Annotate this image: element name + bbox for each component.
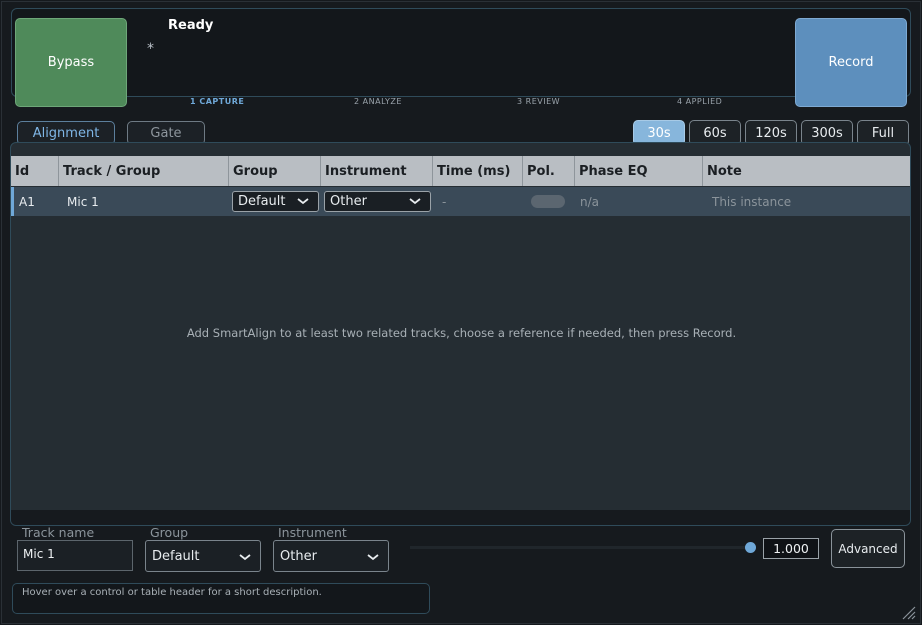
group-label: Group	[150, 525, 189, 540]
chevron-down-icon	[367, 554, 379, 561]
step-analyze: 2 ANALYZE	[354, 97, 402, 106]
table-header: Id Track / Group Group Instrument Time (…	[11, 156, 910, 186]
step-review: 3 REVIEW	[517, 97, 561, 106]
instrument-select-value: Other	[280, 548, 317, 564]
row-group-select[interactable]: Default	[232, 191, 319, 212]
cell-time: -	[442, 194, 447, 209]
header-instrument[interactable]: Instrument	[321, 156, 433, 186]
table-row[interactable]: A1 Mic 1 Default Other - n/a This instan…	[11, 187, 910, 216]
group-select[interactable]: Default	[145, 540, 261, 572]
selected-row-marker	[11, 187, 14, 216]
track-table-panel: Id Track / Group Group Instrument Time (…	[10, 142, 911, 526]
track-name-input[interactable]: Mic 1	[17, 540, 133, 571]
resize-grip-icon[interactable]	[900, 604, 916, 620]
polarity-toggle[interactable]	[531, 195, 565, 208]
step-applied: 4 APPLIED	[677, 97, 723, 106]
row-group-value: Default	[238, 194, 286, 209]
cell-phase-eq: n/a	[580, 194, 600, 209]
bypass-button[interactable]: Bypass	[15, 18, 127, 107]
gain-value-input[interactable]: 1.000	[763, 538, 819, 559]
status-header-panel	[11, 8, 911, 97]
header-track-group[interactable]: Track / Group	[59, 156, 229, 186]
step-capture: 1 CAPTURE	[190, 97, 245, 106]
cell-track: Mic 1	[67, 194, 99, 209]
header-polarity[interactable]: Pol.	[523, 156, 575, 186]
row-instrument-value: Other	[330, 194, 367, 209]
empty-state-message: Add SmartAlign to at least two related t…	[186, 326, 737, 340]
instrument-label: Instrument	[278, 525, 347, 540]
cell-id: A1	[19, 194, 35, 209]
track-name-label: Track name	[22, 525, 95, 540]
status-title: Ready	[168, 18, 214, 33]
header-time[interactable]: Time (ms)	[433, 156, 523, 186]
chevron-down-icon	[239, 554, 251, 561]
instrument-select[interactable]: Other	[273, 540, 389, 572]
row-instrument-select[interactable]: Other	[324, 191, 431, 212]
advanced-button[interactable]: Advanced	[831, 529, 905, 568]
record-button[interactable]: Record	[795, 18, 907, 107]
gain-slider-knob[interactable]	[745, 542, 756, 553]
header-phase-eq[interactable]: Phase EQ	[575, 156, 703, 186]
header-group[interactable]: Group	[229, 156, 321, 186]
header-id[interactable]: Id	[11, 156, 59, 186]
table-footer-strip	[11, 510, 910, 525]
hint-box: Hover over a control or table header for…	[12, 583, 430, 614]
cell-note: This instance	[712, 194, 792, 209]
status-modified-indicator: *	[147, 41, 154, 57]
chevron-down-icon	[297, 198, 309, 205]
header-note[interactable]: Note	[703, 156, 910, 186]
gain-slider-track[interactable]	[410, 546, 750, 549]
chevron-down-icon	[409, 198, 421, 205]
group-select-value: Default	[152, 548, 200, 564]
